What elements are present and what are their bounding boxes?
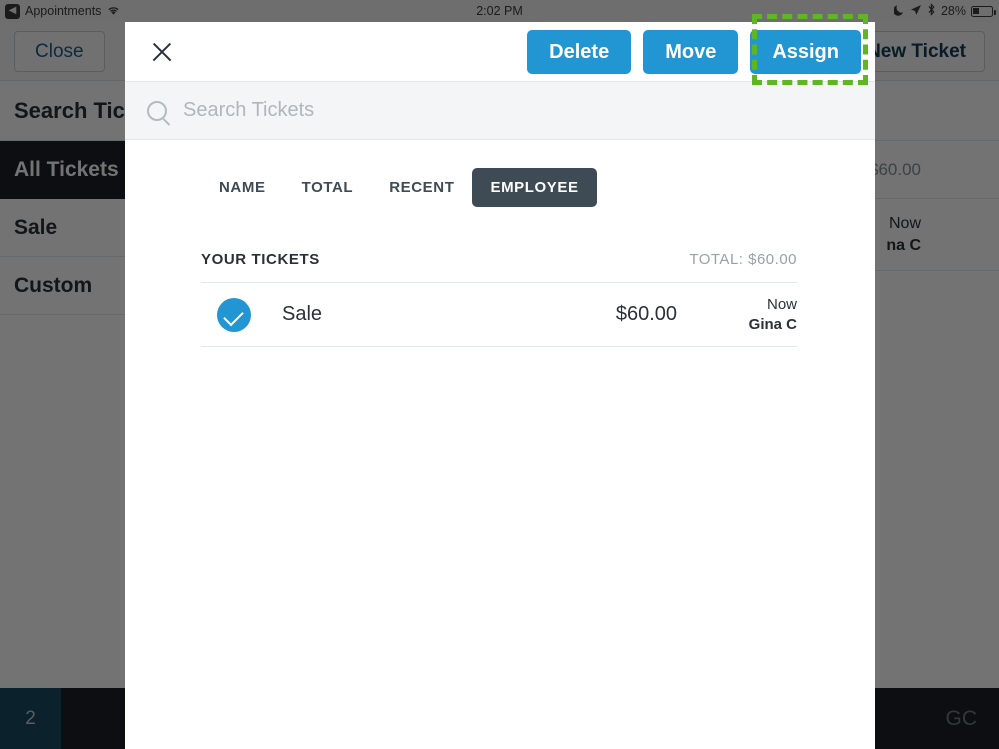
your-tickets-section-header: YOUR TICKETS TOTAL: $60.00: [201, 251, 797, 283]
table-row[interactable]: Sale $60.00 Now Gina C: [201, 283, 797, 347]
ticket-who: Gina C: [748, 316, 797, 333]
tab-total[interactable]: TOTAL: [284, 168, 372, 207]
delete-button[interactable]: Delete: [527, 29, 632, 74]
modal-header: Delete Move Assign: [125, 22, 875, 81]
ticket-amount: $60.00: [615, 303, 677, 325]
check-circle-icon[interactable]: [217, 297, 251, 332]
moon-icon: [892, 4, 905, 19]
assign-button[interactable]: Assign: [750, 29, 861, 74]
battery-icon: [971, 5, 996, 17]
tab-recent[interactable]: RECENT: [371, 168, 472, 207]
move-button[interactable]: Move: [643, 29, 739, 74]
ios-status-bar: ◀ Appointments 2:02 PM 28%: [0, 0, 999, 22]
close-icon[interactable]: [147, 37, 177, 67]
ticket-meta: Now Gina C: [719, 296, 797, 333]
section-title: YOUR TICKETS: [201, 251, 320, 268]
search-input[interactable]: [183, 99, 783, 122]
tab-employee[interactable]: EMPLOYEE: [472, 168, 597, 207]
status-bar-right: 28%: [892, 3, 996, 19]
section-total: TOTAL: $60.00: [689, 251, 797, 268]
modal-action-buttons: Delete Move Assign: [527, 29, 861, 74]
search-icon: [147, 100, 167, 121]
battery-percent-label: 28%: [940, 4, 966, 18]
location-arrow-icon: [910, 4, 922, 19]
tab-name[interactable]: NAME: [201, 168, 284, 207]
assign-ticket-modal: Delete Move Assign NAME TOTAL RECENT EMP…: [125, 22, 875, 749]
status-bar-clock: 2:02 PM: [476, 4, 523, 18]
modal-body: NAME TOTAL RECENT EMPLOYEE YOUR TICKETS …: [125, 140, 875, 347]
screen-root: Close New Ticket Search Tickets All Tick…: [0, 0, 999, 749]
ticket-name: Sale: [282, 303, 323, 325]
ticket-when: Now: [766, 296, 797, 313]
sort-tabs: NAME TOTAL RECENT EMPLOYEE: [201, 168, 797, 207]
search-tickets-bar[interactable]: [125, 81, 875, 140]
bluetooth-icon: [927, 3, 936, 19]
